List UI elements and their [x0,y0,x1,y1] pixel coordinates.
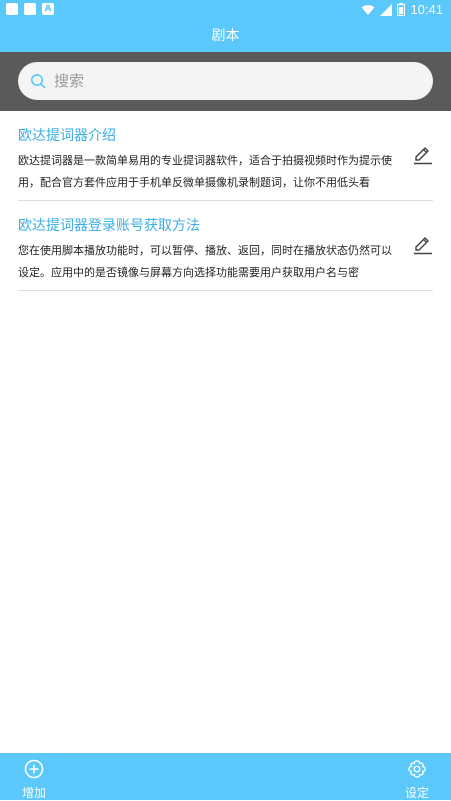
list-item[interactable]: 欧达提词器介绍 欧达提词器是一款简单易用的专业提词器软件，适合于拍摄视频时作为提… [18,111,433,201]
search-bar-container [0,52,451,111]
script-list: 欧达提词器介绍 欧达提词器是一款简单易用的专业提词器软件，适合于拍摄视频时作为提… [18,111,433,291]
gear-icon [408,760,426,778]
status-bar: A 10:41 [0,0,451,20]
search-icon [31,74,46,89]
edit-icon[interactable] [413,145,433,165]
script-title: 欧达提词器介绍 [18,128,116,144]
add-button[interactable]: 增加 [18,759,50,801]
script-preview: 您在使用脚本播放功能时，可以暂停、播放、返回，同时在播放状态仍然可以设定。应用中… [18,244,392,279]
add-circle-icon [24,759,44,779]
add-label: 增加 [21,786,46,800]
signal-icon [380,3,393,16]
bottom-nav: 增加 设定 [0,753,451,800]
notification-a-icon: A [42,3,54,15]
settings-label: 设定 [404,786,429,800]
notification-icon [6,3,18,15]
edit-icon[interactable] [413,235,433,255]
search-box[interactable] [18,62,433,100]
wifi-icon [361,4,375,15]
script-preview: 欧达提词器是一款简单易用的专业提词器软件，适合于拍摄视频时作为提示使用，配合官方… [18,154,392,189]
notification-icons: A [6,3,54,15]
notification-icon [24,3,36,15]
battery-icon [397,3,406,16]
settings-button[interactable]: 设定 [401,759,433,801]
script-title: 欧达提词器登录账号获取方法 [18,218,200,234]
list-item[interactable]: 欧达提词器登录账号获取方法 您在使用脚本播放功能时，可以暂停、播放、返回，同时在… [18,201,433,291]
search-input[interactable] [52,71,396,91]
status-indicators: 10:41 [361,2,443,17]
status-time: 10:41 [410,2,443,17]
page-title: 剧本 [0,20,451,52]
